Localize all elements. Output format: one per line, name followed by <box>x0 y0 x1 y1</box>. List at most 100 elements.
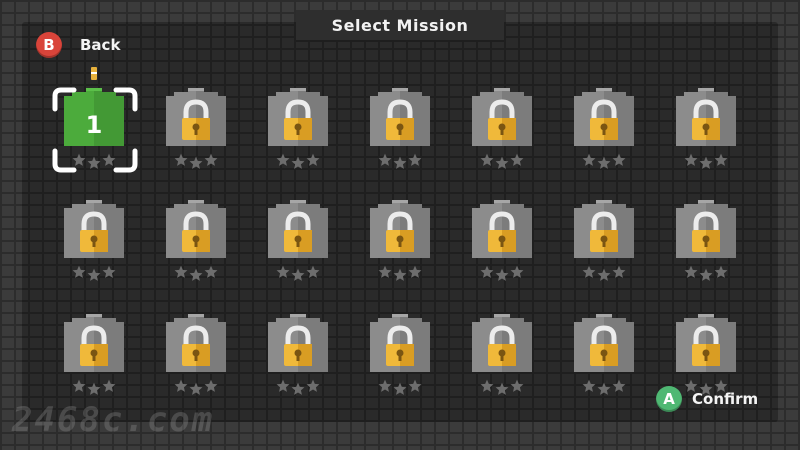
star-rating <box>580 376 628 396</box>
mission-tile-locked[interactable] <box>368 314 432 406</box>
padlock-icon <box>574 200 634 258</box>
cursor-indicator-icon <box>91 67 97 80</box>
star-icon <box>204 153 218 166</box>
star-rating <box>682 150 730 170</box>
star-icon <box>495 382 509 395</box>
star-rating <box>70 262 118 282</box>
padlock-icon <box>370 314 430 372</box>
star-icon <box>393 382 407 395</box>
star-icon <box>87 156 101 169</box>
padlock-icon <box>268 200 328 258</box>
padlock-icon <box>574 314 634 372</box>
star-icon <box>291 156 305 169</box>
star-icon <box>72 379 86 392</box>
back-button[interactable]: B Back <box>36 32 120 58</box>
mission-tile-locked[interactable] <box>266 200 330 292</box>
star-rating <box>682 262 730 282</box>
mission-tile-locked[interactable] <box>572 200 636 292</box>
padlock-icon <box>268 314 328 372</box>
padlock-icon <box>472 200 532 258</box>
star-icon <box>276 265 290 278</box>
padlock-icon <box>64 314 124 372</box>
star-rating <box>274 262 322 282</box>
mission-tile-locked[interactable] <box>368 88 432 180</box>
mission-tile-locked[interactable] <box>62 200 126 292</box>
star-rating <box>172 150 220 170</box>
star-icon <box>714 265 728 278</box>
star-icon <box>510 153 524 166</box>
star-icon <box>699 268 713 281</box>
star-rating <box>376 376 424 396</box>
star-icon <box>393 156 407 169</box>
star-icon <box>408 265 422 278</box>
mission-tile[interactable]: 1 <box>62 88 126 180</box>
padlock-icon <box>676 88 736 146</box>
star-icon <box>291 268 305 281</box>
star-icon <box>174 153 188 166</box>
star-icon <box>597 268 611 281</box>
mission-tile-locked[interactable] <box>470 88 534 180</box>
mission-tile-locked[interactable] <box>674 88 738 180</box>
star-icon <box>378 153 392 166</box>
star-rating <box>376 262 424 282</box>
mission-tile-locked[interactable] <box>164 314 228 406</box>
star-icon <box>393 268 407 281</box>
star-icon <box>582 153 596 166</box>
star-icon <box>495 268 509 281</box>
star-icon <box>684 265 698 278</box>
mission-tile-locked[interactable] <box>674 200 738 292</box>
padlock-icon <box>370 200 430 258</box>
mission-tile-locked[interactable] <box>470 200 534 292</box>
star-rating <box>580 262 628 282</box>
star-icon <box>597 156 611 169</box>
confirm-button[interactable]: A Confirm <box>656 386 758 412</box>
star-icon <box>291 382 305 395</box>
star-icon <box>714 153 728 166</box>
star-icon <box>612 265 626 278</box>
star-rating <box>274 150 322 170</box>
mission-tile-locked[interactable] <box>368 200 432 292</box>
star-icon <box>87 382 101 395</box>
star-rating <box>580 150 628 170</box>
star-icon <box>480 265 494 278</box>
star-rating <box>172 376 220 396</box>
mission-tile-locked[interactable] <box>62 314 126 406</box>
star-icon <box>612 153 626 166</box>
star-icon <box>87 268 101 281</box>
star-icon <box>684 153 698 166</box>
star-icon <box>510 379 524 392</box>
star-icon <box>612 379 626 392</box>
star-icon <box>408 379 422 392</box>
star-icon <box>174 379 188 392</box>
mission-tile-locked[interactable] <box>470 314 534 406</box>
star-icon <box>102 379 116 392</box>
padlock-icon <box>676 200 736 258</box>
star-icon <box>510 265 524 278</box>
star-icon <box>495 156 509 169</box>
mission-tile-locked[interactable] <box>572 88 636 180</box>
star-rating <box>478 376 526 396</box>
star-rating <box>172 262 220 282</box>
mission-tile-locked[interactable] <box>266 314 330 406</box>
padlock-icon <box>676 314 736 372</box>
star-icon <box>204 265 218 278</box>
star-icon <box>306 153 320 166</box>
padlock-icon <box>574 88 634 146</box>
star-rating <box>274 376 322 396</box>
star-icon <box>276 379 290 392</box>
star-rating <box>478 150 526 170</box>
star-rating <box>376 150 424 170</box>
mission-tile-locked[interactable] <box>266 88 330 180</box>
mission-tile-locked[interactable] <box>164 88 228 180</box>
star-icon <box>480 153 494 166</box>
star-icon <box>204 379 218 392</box>
star-icon <box>189 268 203 281</box>
mission-tile-locked[interactable] <box>572 314 636 406</box>
star-rating <box>478 262 526 282</box>
star-icon <box>189 156 203 169</box>
star-icon <box>189 382 203 395</box>
padlock-icon <box>166 200 226 258</box>
mission-tile-locked[interactable] <box>164 200 228 292</box>
title-bar: Select Mission <box>296 10 504 42</box>
padlock-icon <box>64 200 124 258</box>
